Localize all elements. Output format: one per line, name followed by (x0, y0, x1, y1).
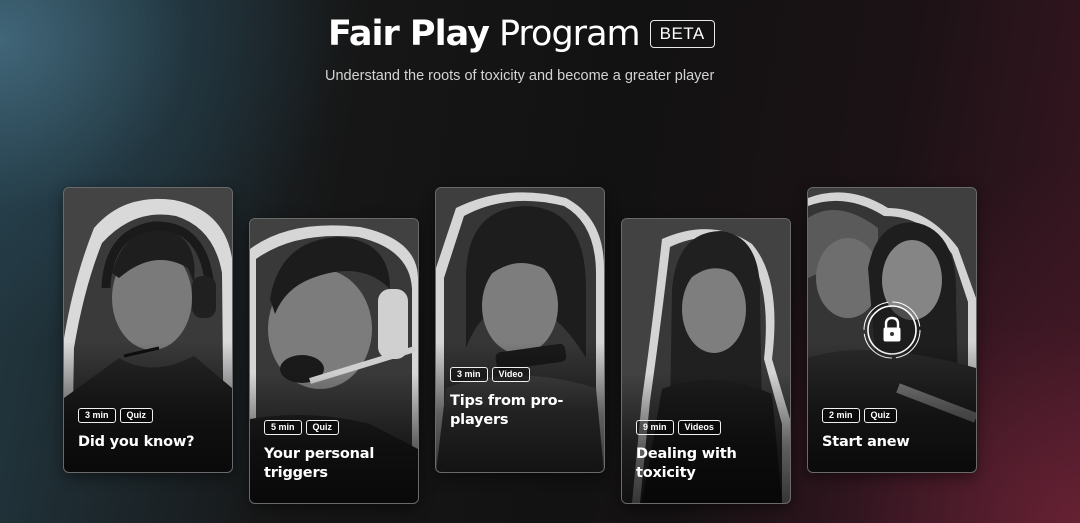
type-tag: Quiz (305, 420, 340, 435)
card-title: Dealing with toxicity (636, 446, 737, 481)
type-tag: Video (491, 367, 530, 382)
card-info: 3 min Video Tips from pro-players (450, 367, 596, 430)
duration-tag: 3 min (450, 367, 488, 382)
card-gradient (64, 342, 232, 472)
title-bold: Fair Play (328, 14, 490, 54)
card-info: 2 min Quiz Start anew (822, 408, 968, 452)
card-title: Your personal triggers (264, 446, 375, 481)
card-info: 5 min Quiz Your personal triggers (264, 420, 410, 483)
card-title: Tips from pro-players (450, 393, 564, 428)
card-title: Start anew (822, 434, 910, 450)
duration-tag: 3 min (78, 408, 116, 423)
card-info: 9 min Videos Dealing with toxicity (636, 420, 782, 483)
card-info: 3 min Quiz Did you know? (78, 408, 224, 452)
page-title: Fair Play Program BETA (328, 14, 715, 54)
type-tag: Quiz (119, 408, 154, 423)
module-card-start-anew[interactable]: 2 min Quiz Start anew (807, 187, 977, 473)
type-tag: Videos (677, 420, 721, 435)
module-card-your-personal-triggers[interactable]: 5 min Quiz Your personal triggers (249, 218, 419, 504)
title-light: Program (498, 14, 641, 54)
card-tags: 9 min Videos (636, 420, 782, 435)
duration-tag: 5 min (264, 420, 302, 435)
page-subtitle: Understand the roots of toxicity and bec… (325, 68, 715, 84)
card-tags: 3 min Video (450, 367, 596, 382)
module-card-dealing-with-toxicity[interactable]: 9 min Videos Dealing with toxicity (621, 218, 791, 504)
card-gradient (808, 342, 976, 472)
beta-badge: BETA (649, 20, 715, 48)
card-title: Did you know? (78, 434, 195, 450)
duration-tag: 2 min (822, 408, 860, 423)
module-card-tips-from-pro-players[interactable]: 3 min Video Tips from pro-players (435, 187, 605, 473)
card-tags: 3 min Quiz (78, 408, 224, 423)
card-tags: 5 min Quiz (264, 420, 410, 435)
card-tags: 2 min Quiz (822, 408, 968, 423)
module-card-did-you-know[interactable]: 3 min Quiz Did you know? (63, 187, 233, 473)
type-tag: Quiz (863, 408, 898, 423)
duration-tag: 9 min (636, 420, 674, 435)
